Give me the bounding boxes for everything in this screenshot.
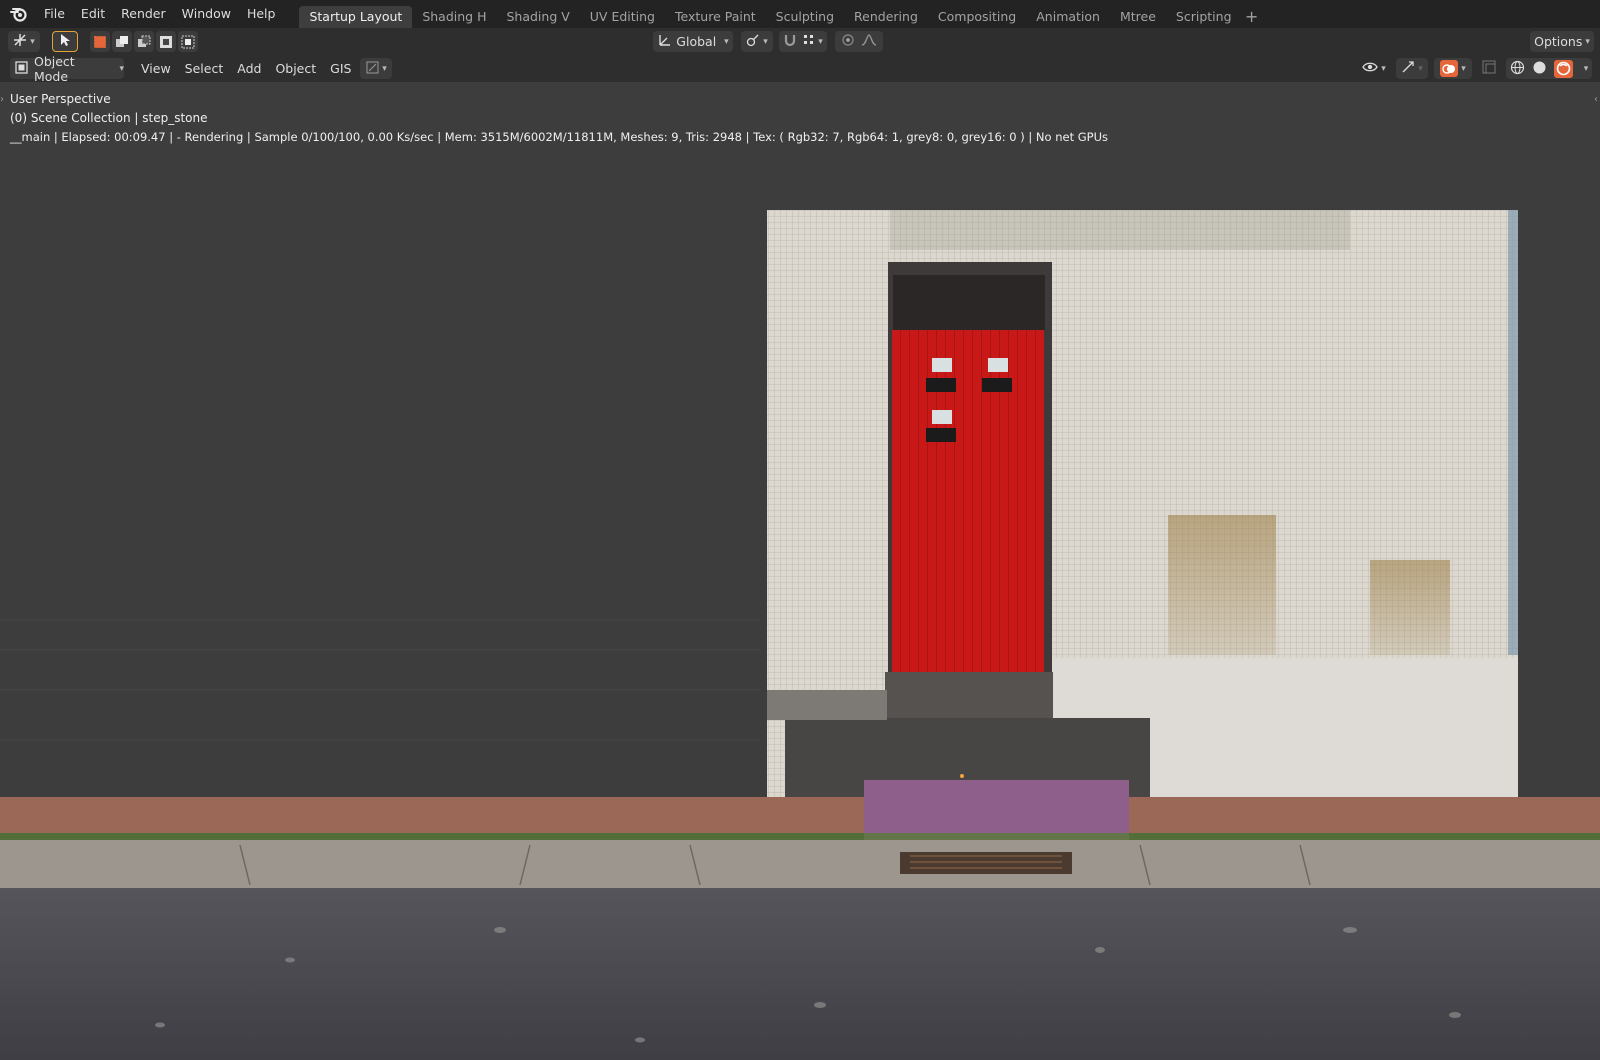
chevron-down-icon: ▾	[382, 63, 387, 74]
editor-type-icon	[13, 33, 27, 50]
select-tool-icon	[59, 33, 71, 50]
shading-mode-group: ▾	[1506, 58, 1592, 79]
chevron-down-icon: ▾	[1381, 63, 1386, 74]
tab-startup-layout[interactable]: Startup Layout	[299, 6, 413, 28]
blender-logo-icon[interactable]	[8, 3, 30, 25]
chevron-down-icon: ▾	[1585, 36, 1590, 47]
tab-animation[interactable]: Animation	[1026, 6, 1110, 28]
chevron-down-icon: ▾	[30, 36, 35, 47]
chevron-down-icon: ▾	[119, 63, 124, 74]
tool-settings-header: ▾ Global ▾ ▾ ▾ Options ▾	[0, 28, 1600, 55]
object-mode-label: Object Mode	[34, 53, 75, 84]
proportional-editing-group[interactable]	[835, 31, 883, 52]
sidebar-expand-handle-right[interactable]: ‹	[1594, 94, 1598, 105]
xray-icon	[1482, 60, 1496, 77]
menu-object[interactable]: Object	[268, 58, 323, 79]
tab-shading-v[interactable]: Shading V	[496, 6, 579, 28]
top-step	[885, 672, 1053, 718]
menu-gis[interactable]: GIS	[323, 58, 358, 79]
select-subtract-icon[interactable]	[134, 31, 154, 52]
menu-render[interactable]: Render	[113, 3, 174, 25]
wireframe-shading-icon[interactable]	[1510, 60, 1525, 78]
overlays-icon	[1440, 60, 1459, 77]
tab-compositing[interactable]: Compositing	[928, 6, 1026, 28]
ground-strip	[0, 797, 1600, 833]
options-dropdown[interactable]: Options ▾	[1530, 31, 1594, 52]
workspace-tabs: Startup Layout Shading H Shading V UV Ed…	[299, 0, 1261, 28]
snap-grid-icon	[803, 34, 815, 49]
gis-extra-dropdown[interactable]: ▾	[360, 58, 393, 79]
select-tool-button[interactable]	[52, 31, 78, 52]
eye-icon	[1362, 61, 1378, 76]
options-label: Options	[1534, 34, 1583, 49]
magnet-icon	[783, 33, 797, 50]
rendered-scene	[0, 210, 1600, 1060]
chevron-down-icon: ▾	[1418, 63, 1423, 74]
chevron-down-icon: ▾	[724, 36, 729, 47]
chevron-down-icon: ▾	[1461, 63, 1466, 74]
3d-viewport[interactable]: User Perspective (0) Scene Collection | …	[0, 82, 1600, 1060]
overlays-toggle[interactable]: ▾	[1434, 58, 1472, 79]
menu-add[interactable]: Add	[230, 58, 268, 79]
rendered-shading-icon[interactable]	[1554, 59, 1574, 78]
proportional-edit-icon	[841, 33, 855, 50]
tab-scripting[interactable]: Scripting	[1166, 6, 1242, 28]
tab-rendering[interactable]: Rendering	[844, 6, 928, 28]
menu-view[interactable]: View	[134, 58, 178, 79]
tab-mtree[interactable]: Mtree	[1110, 6, 1166, 28]
falloff-icon	[861, 34, 877, 49]
scene-collection-label: (0) Scene Collection | step_stone	[10, 111, 208, 125]
select-new-icon[interactable]	[90, 31, 110, 52]
wall-stain	[1168, 515, 1276, 655]
toolbar-expand-handle-left[interactable]: ›	[0, 94, 4, 105]
red-door	[892, 330, 1044, 673]
menu-select[interactable]: Select	[178, 58, 231, 79]
object-mode-dropdown[interactable]: Object Mode ▾	[10, 54, 124, 84]
tab-sculpting[interactable]: Sculpting	[766, 6, 844, 28]
select-invert-icon[interactable]	[156, 31, 176, 52]
pivot-point-dropdown[interactable]: ▾	[741, 31, 773, 52]
editor-type-button[interactable]: ▾	[8, 31, 40, 52]
selection-mode-group	[90, 31, 198, 52]
object-mode-icon	[15, 60, 28, 77]
tab-texture-paint[interactable]: Texture Paint	[665, 6, 766, 28]
wall-stain	[1370, 560, 1450, 655]
snapping-group[interactable]: ▾	[779, 31, 827, 52]
menu-window[interactable]: Window	[174, 3, 239, 25]
transform-orientation-label: Global	[676, 34, 717, 49]
render-status-text: __main | Elapsed: 00:09.47 | - Rendering…	[10, 130, 1109, 144]
transform-orientation-dropdown[interactable]: Global ▾	[653, 31, 733, 52]
chevron-down-icon[interactable]: ▾	[1584, 64, 1589, 74]
select-extend-icon[interactable]	[112, 31, 132, 52]
orientation-icon	[657, 33, 671, 50]
menu-help[interactable]: Help	[239, 3, 284, 25]
menu-file[interactable]: File	[36, 3, 73, 25]
select-intersect-icon[interactable]	[178, 31, 198, 52]
chevron-down-icon: ▾	[763, 36, 768, 47]
gizmo-toggle[interactable]: ▾	[1396, 58, 1428, 79]
solid-shading-icon[interactable]	[1532, 60, 1547, 78]
tab-shading-h[interactable]: Shading H	[412, 6, 496, 28]
xray-toggle[interactable]	[1478, 58, 1500, 79]
tab-uv-editing[interactable]: UV Editing	[580, 6, 665, 28]
viewport-perspective-label: User Perspective	[10, 92, 111, 106]
visibility-dropdown[interactable]: ▾	[1358, 58, 1390, 79]
add-workspace-button[interactable]: +	[1242, 7, 1262, 26]
pivot-icon	[746, 33, 760, 50]
gis-icon	[366, 61, 379, 77]
menu-edit[interactable]: Edit	[73, 3, 113, 25]
viewport-header: Object Mode ▾ View Select Add Object GIS…	[0, 54, 1600, 84]
floor-grid	[0, 619, 760, 741]
gizmo-icon	[1401, 60, 1415, 77]
chevron-down-icon: ▾	[818, 36, 823, 47]
asphalt-road	[0, 888, 1600, 1060]
top-bar: File Edit Render Window Help Startup Lay…	[0, 0, 1600, 28]
